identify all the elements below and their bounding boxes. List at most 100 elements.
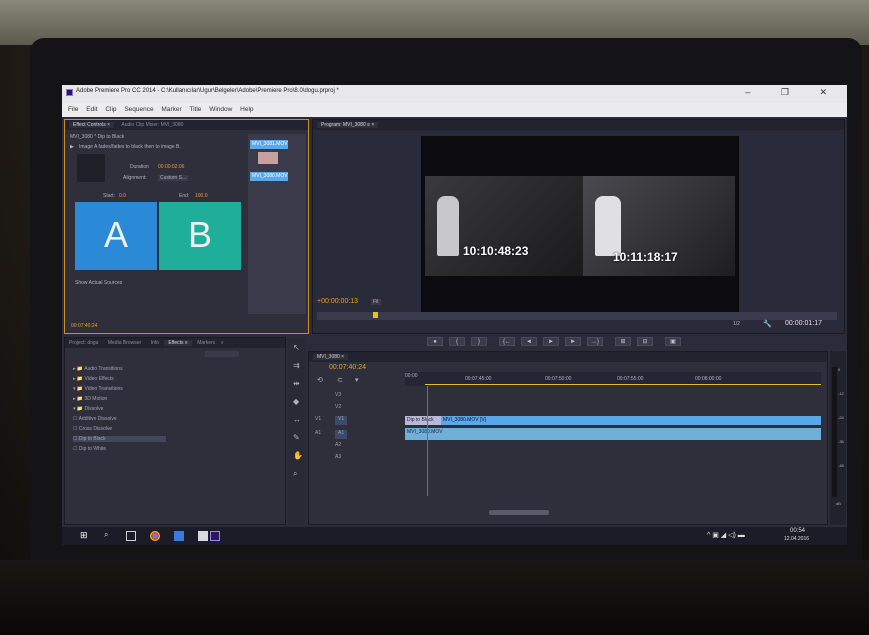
step-back-button[interactable]: ◄ [521,337,537,346]
track-a1-label: A1 [338,430,345,436]
effects-filter-buttons[interactable] [205,351,239,357]
tab-sequence[interactable]: MVI_3080 × [313,354,349,360]
slip-tool-icon[interactable]: ↔ [293,415,301,424]
tree-dissolve[interactable]: ▾ 📁 Dissolve [73,406,103,412]
timeline-scrollbar[interactable] [489,510,549,515]
playhead-marker[interactable] [373,312,378,318]
transition-clip-dip-to-black[interactable]: Dip to Black [405,416,441,425]
premiere-taskbar-icon[interactable] [210,531,220,541]
menu-file[interactable]: File [68,106,78,113]
program-scrubber[interactable] [317,312,837,320]
show-actual-sources-checkbox[interactable]: Show Actual Sources [75,280,122,286]
tree-cross-dissolve[interactable]: ☐ Cross Dissolve [73,426,112,432]
hand-tool-icon[interactable]: ✋ [293,451,303,460]
menu-clip[interactable]: Clip [105,106,116,113]
track-v3[interactable]: V3 [335,392,341,401]
tree-3d-motion[interactable]: ▸ 📁 3D Motion [73,396,107,402]
alignment-dropdown[interactable]: Custom S... [158,175,189,181]
ripple-edit-tool-icon[interactable]: ⇹ [293,379,300,388]
timeline-timecode[interactable]: 00:07:40:24 [329,364,366,371]
selection-tool-icon[interactable]: ↖ [293,343,300,352]
system-tray-icons[interactable]: ^ ▣ ◢ ◁) ▬ [707,531,745,539]
chrome-icon[interactable] [150,531,160,541]
tab-project[interactable]: Project: dogu [69,340,98,346]
snap-icon[interactable]: ⟲ [317,376,323,384]
tab-program[interactable]: Program: MVI_3080 ≡ × [317,122,379,128]
windows-start-icon[interactable]: ⊞ [80,530,90,540]
play-transition-icon[interactable]: ▶ [70,144,74,150]
track-a2[interactable]: A2 [335,442,341,451]
menu-sequence[interactable]: Sequence [124,106,153,113]
source-patch-a1[interactable]: A1 [315,430,321,439]
search-icon[interactable]: ⌕ [104,530,114,540]
store-icon[interactable] [198,531,208,541]
file-explorer-icon[interactable] [174,531,184,541]
tab-effect-controls[interactable]: Effect Controls × [69,122,115,128]
add-marker-button[interactable]: ● [427,337,443,346]
tab-info[interactable]: Info [151,340,159,346]
fit-dropdown[interactable]: Fit [371,299,381,305]
meter-scale-db: dB [836,501,841,506]
marker-icon[interactable]: ▾ [355,376,359,384]
meter-scale-0: 0 [838,367,841,372]
zoom-tool-icon[interactable]: ⌕ [293,469,297,479]
tree-video-transitions[interactable]: ▾ 📁 Video Transitions [73,386,123,392]
program-monitor-panel: Program: MVI_3080 ≡ × 10:10:48:23 10:11:… [312,119,845,334]
export-frame-button[interactable]: ▣ [665,337,681,346]
track-a3[interactable]: A3 [335,454,341,463]
tab-markers[interactable]: Markers [197,340,215,346]
tab-effects[interactable]: Effects ≡ [164,340,192,346]
tab-overflow[interactable]: » [221,340,224,346]
tools-panel: ↖ ⇉ ⇹ ◆ ↔ ✎ ✋ ⌕ [288,337,306,525]
menu-window[interactable]: Window [209,106,232,113]
window-controls[interactable]: – ❐ ✕ [745,87,841,98]
timeline-playhead[interactable] [427,386,428,496]
mark-out-button[interactable]: } [471,337,487,346]
go-to-out-button[interactable]: →} [587,337,603,346]
track-a1[interactable]: A1 [335,430,348,439]
task-view-icon[interactable] [126,531,136,541]
tab-audio-clip-mixer[interactable]: Audio Clip Mixer: MVI_3080 [121,122,183,128]
mini-transition[interactable] [258,152,278,164]
track-select-tool-icon[interactable]: ⇉ [293,361,300,370]
play-button[interactable]: ► [543,337,559,346]
track-v2[interactable]: V2 [335,404,341,413]
menu-title[interactable]: Title [189,106,201,113]
wrench-icon[interactable]: 🔧 [763,320,772,328]
link-icon[interactable]: ⊂ [337,376,343,384]
menu-marker[interactable]: Marker [161,106,181,113]
mini-clip-a[interactable]: MVI_3081.MOV [250,140,288,149]
duration-value[interactable]: 00:00:02:06 [158,164,184,170]
timeline-tabs: MVI_3080 × [309,352,827,362]
end-value[interactable]: 100.0 [195,193,208,199]
effect-clip-name: MVI_3080 * Dip to Black [70,134,125,140]
tree-dip-to-white[interactable]: ☐ Dip to White [73,446,106,452]
tree-dip-to-black[interactable]: ☐ Dip to Black [73,436,166,442]
work-area-bar[interactable] [425,384,821,385]
audio-clip-mvi-3080[interactable]: MVI_3080.MOV [405,428,821,440]
tree-audio-transitions[interactable]: ▸ 📁 Audio Transitions [73,366,123,372]
tab-media-browser[interactable]: Media Browser [108,340,141,346]
track-v1[interactable]: V1 [335,416,348,425]
razor-tool-icon[interactable]: ◆ [293,397,299,406]
transition-thumbnail [77,154,105,182]
step-forward-button[interactable]: ► [565,337,581,346]
mark-in-button[interactable]: { [449,337,465,346]
tree-video-effects[interactable]: ▸ 📁 Video Effects [73,376,114,382]
preview-b-label: B [187,214,212,255]
lift-button[interactable]: ⊞ [615,337,631,346]
mini-clip-b[interactable]: MVI_3080.MOV [250,172,288,181]
zoom-dropdown[interactable]: 1/2 [733,321,740,327]
ruler-tick-4: 00:08:00:00 [695,376,722,382]
go-to-in-button[interactable]: {← [499,337,515,346]
menu-edit[interactable]: Edit [86,106,97,113]
timeline-ruler[interactable]: 00:00 00:07:45:00 00:07:50:00 00:07:55:0… [405,372,821,386]
source-patch-v1[interactable]: V1 [315,416,321,425]
pen-tool-icon[interactable]: ✎ [293,433,300,442]
menu-help[interactable]: Help [240,106,253,113]
extract-button[interactable]: ⊟ [637,337,653,346]
start-value[interactable]: 0.0 [119,193,126,199]
tree-additive-dissolve[interactable]: ☐ Additive Dissolve [73,416,117,422]
video-clip-mvi-3080[interactable]: MVI_3080.MOV [V] [441,416,821,425]
program-current-timecode[interactable]: +00:00:00:13 [317,298,358,305]
